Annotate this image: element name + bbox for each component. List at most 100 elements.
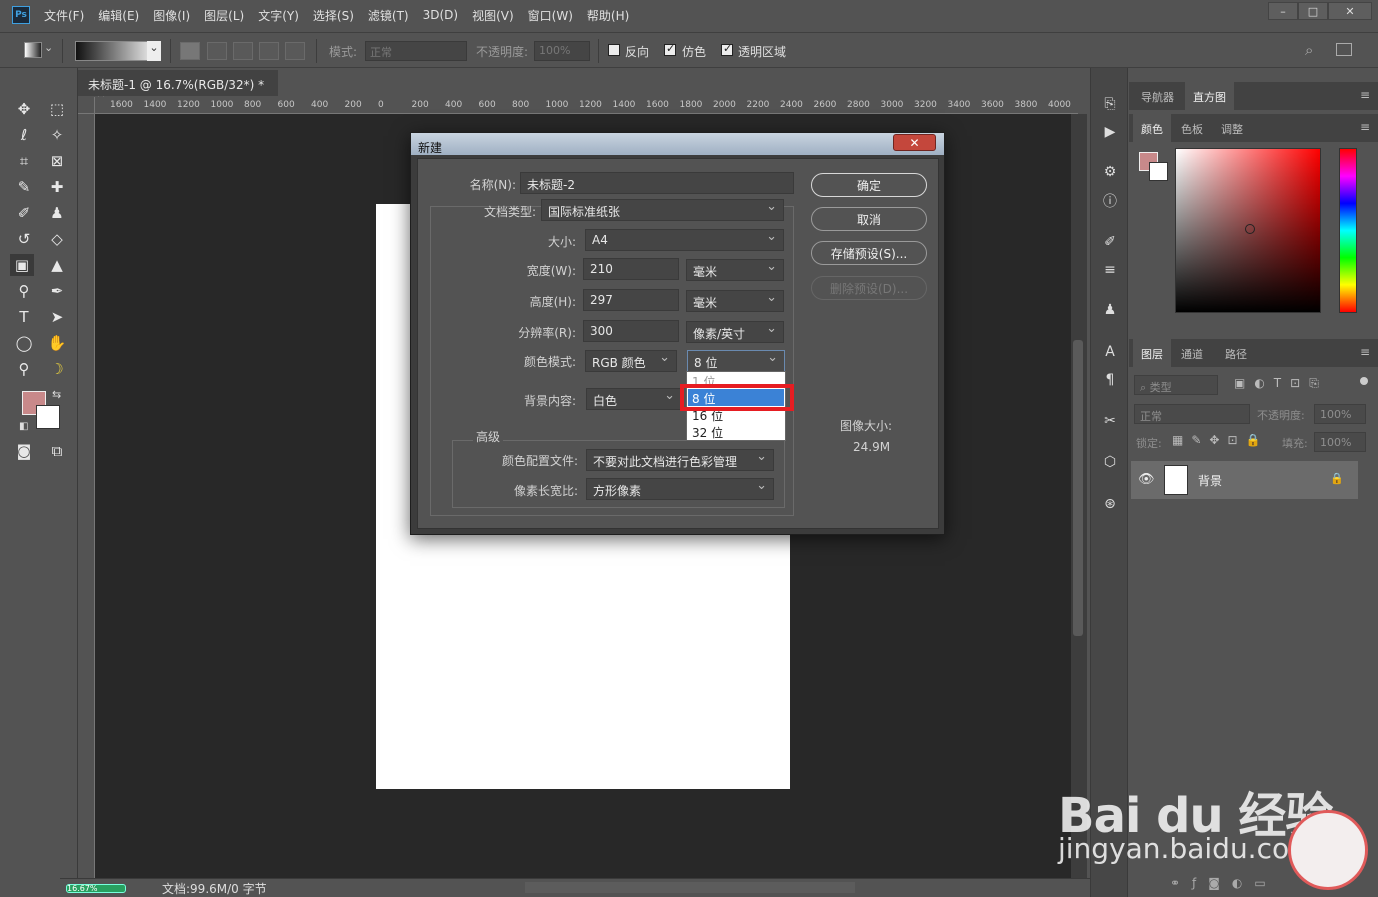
menu-layer[interactable]: 图层(L) — [204, 7, 244, 24]
workspace-icon[interactable] — [1336, 43, 1352, 56]
opacity-input[interactable]: 100% — [534, 41, 590, 61]
ok-button[interactable]: 确定 — [811, 173, 927, 197]
quick-mask-icon[interactable]: ◙ — [12, 440, 36, 462]
menu-filter[interactable]: 滤镜(T) — [368, 7, 409, 24]
tab-navigator[interactable]: 导航器 — [1133, 82, 1182, 110]
layer-kind-filter[interactable]: ⌕ 类型 — [1134, 375, 1218, 395]
radial-gradient-icon[interactable] — [207, 42, 227, 60]
paragraph-icon[interactable]: ¶ — [1100, 370, 1120, 390]
actions-play-icon[interactable]: ▶ — [1100, 122, 1120, 142]
filter-toggle-icon[interactable] — [1360, 377, 1368, 385]
hand-tool-icon[interactable]: ✋ — [45, 332, 69, 354]
angle-gradient-icon[interactable] — [233, 42, 253, 60]
color-mode-select[interactable]: RGB 颜色 — [585, 350, 677, 372]
eye-icon[interactable]: 👁 — [1138, 472, 1155, 487]
dither-checkbox[interactable] — [664, 42, 676, 56]
menu-window[interactable]: 窗口(W) — [528, 7, 573, 24]
menu-select[interactable]: 选择(S) — [313, 7, 354, 24]
panel-menu-icon[interactable]: ≡ — [1360, 88, 1370, 102]
cancel-button[interactable]: 取消 — [811, 207, 927, 231]
menu-image[interactable]: 图像(I) — [153, 7, 190, 24]
menu-type[interactable]: 文字(Y) — [258, 7, 299, 24]
color-sampler-icon[interactable]: ⊛ — [1100, 494, 1120, 514]
eyedropper-tool-icon[interactable]: ✎ — [12, 176, 36, 198]
tab-paths[interactable]: 路径 — [1217, 339, 1255, 367]
bit-depth-select[interactable]: 8 位 — [687, 350, 785, 372]
layer-footer-icons[interactable]: ⚭ƒ◙◐▭ — [1170, 876, 1278, 890]
screen-mode-icon[interactable]: ⧉ — [45, 440, 69, 462]
menu-edit[interactable]: 编辑(E) — [98, 7, 139, 24]
gradient-tool-icon[interactable] — [24, 42, 42, 58]
swap-colors-icon[interactable]: ⇆ — [52, 388, 61, 401]
menu-help[interactable]: 帮助(H) — [587, 7, 629, 24]
tab-channels[interactable]: 通道 — [1173, 339, 1211, 367]
horizontal-scroll-thumb[interactable] — [525, 882, 855, 893]
clone-source-icon[interactable]: ♟ — [1100, 300, 1120, 320]
move-tool-icon[interactable]: ✥ — [12, 98, 36, 120]
dialog-titlebar[interactable] — [411, 133, 944, 155]
vertical-scroll-thumb[interactable] — [1073, 340, 1083, 636]
chevron-down-icon[interactable]: ⌄ — [147, 41, 161, 61]
resolution-input[interactable]: 300 — [583, 320, 679, 342]
document-tab[interactable]: 未标题-1 @ 16.7%(RGB/32*) * × — [78, 70, 278, 107]
maximize-button[interactable]: □ — [1298, 2, 1328, 20]
transparency-checkbox[interactable] — [721, 42, 733, 56]
layer-filter-icons[interactable]: ▣◐T⊡⎘ — [1234, 376, 1328, 391]
bit-depth-option-32[interactable]: 32 位 — [692, 424, 723, 441]
eraser-tool-icon[interactable]: ◇ — [45, 228, 69, 250]
panel-background-swatch[interactable] — [1149, 162, 1168, 181]
gradient-tool-icon[interactable]: ▣ — [10, 254, 34, 276]
diamond-gradient-icon[interactable] — [285, 42, 305, 60]
menu-3d[interactable]: 3D(D) — [423, 8, 458, 22]
tab-swatches[interactable]: 色板 — [1173, 114, 1211, 142]
document-info[interactable]: 文档:99.6M/0 字节 — [162, 880, 267, 897]
reverse-checkbox[interactable] — [608, 44, 620, 56]
pixel-aspect-select[interactable]: 方形像素 — [586, 478, 774, 500]
frame-tool-icon[interactable]: ⊠ — [45, 150, 69, 172]
name-input[interactable]: 未标题-2 — [520, 172, 794, 194]
tab-color[interactable]: 颜色 — [1133, 114, 1171, 142]
reflected-gradient-icon[interactable] — [259, 42, 279, 60]
color-profile-select[interactable]: 不要对此文档进行色彩管理 — [586, 449, 774, 471]
magic-wand-tool-icon[interactable]: ✧ — [45, 124, 69, 146]
tab-adjustments[interactable]: 调整 — [1213, 114, 1251, 142]
close-window-button[interactable]: ✕ — [1328, 2, 1372, 20]
height-input[interactable]: 297 — [583, 289, 679, 311]
lock-icons[interactable]: ▦✎✥⊡🔒 — [1172, 433, 1268, 447]
ellipse-tool-icon[interactable]: ◯ — [12, 332, 36, 354]
blur-tool-icon[interactable]: ▲ — [45, 254, 69, 276]
lasso-tool-icon[interactable]: ℓ — [12, 124, 36, 146]
3d-cube-icon[interactable]: ⬡ — [1100, 452, 1120, 472]
doctype-select[interactable]: 国际标准纸张 — [541, 199, 784, 221]
layer-opacity-input[interactable]: 100% — [1314, 404, 1366, 424]
history-brush-tool-icon[interactable]: ↺ — [12, 228, 36, 250]
character-icon[interactable]: A — [1100, 342, 1120, 362]
history-icon[interactable]: ⎘ — [1100, 94, 1120, 114]
info-icon[interactable]: ⓘ — [1100, 191, 1120, 211]
zoom-level[interactable]: 16.67% — [66, 884, 126, 893]
background-select[interactable]: 白色 — [586, 388, 682, 410]
mode-select[interactable]: 正常 — [365, 41, 467, 61]
tab-layers[interactable]: 图层 — [1133, 339, 1171, 367]
default-colors-icon[interactable]: ◧ — [19, 421, 28, 432]
dodge-tool-icon[interactable]: ⚲ — [12, 280, 36, 302]
tab-histogram[interactable]: 直方图 — [1185, 82, 1234, 110]
adjustments-sliders-icon[interactable]: ≡ — [1100, 260, 1120, 280]
layer-name[interactable]: 背景 — [1198, 472, 1222, 489]
blend-mode-select[interactable]: 正常 — [1134, 404, 1250, 424]
menu-view[interactable]: 视图(V) — [472, 7, 514, 24]
chevron-down-icon[interactable]: ⌄ — [44, 41, 53, 54]
minimize-button[interactable]: – — [1268, 2, 1298, 20]
modifier-icon[interactable]: ⚙ — [1100, 162, 1120, 182]
save-preset-button[interactable]: 存储预设(S)... — [811, 241, 927, 265]
height-unit-select[interactable]: 毫米 — [686, 290, 784, 312]
linear-gradient-icon[interactable] — [180, 42, 200, 60]
banana-icon[interactable]: ☽ — [45, 358, 69, 380]
crop-tool-icon[interactable]: ⌗ — [12, 150, 36, 172]
color-picker-cursor[interactable] — [1245, 224, 1255, 234]
zoom-tool-icon[interactable]: ⚲ — [12, 358, 36, 380]
search-icon[interactable]: ⌕ — [1305, 41, 1313, 59]
tool-presets-icon[interactable]: ✂ — [1100, 411, 1120, 431]
pen-tool-icon[interactable]: ✒ — [45, 280, 69, 302]
fill-input[interactable]: 100% — [1314, 432, 1366, 452]
